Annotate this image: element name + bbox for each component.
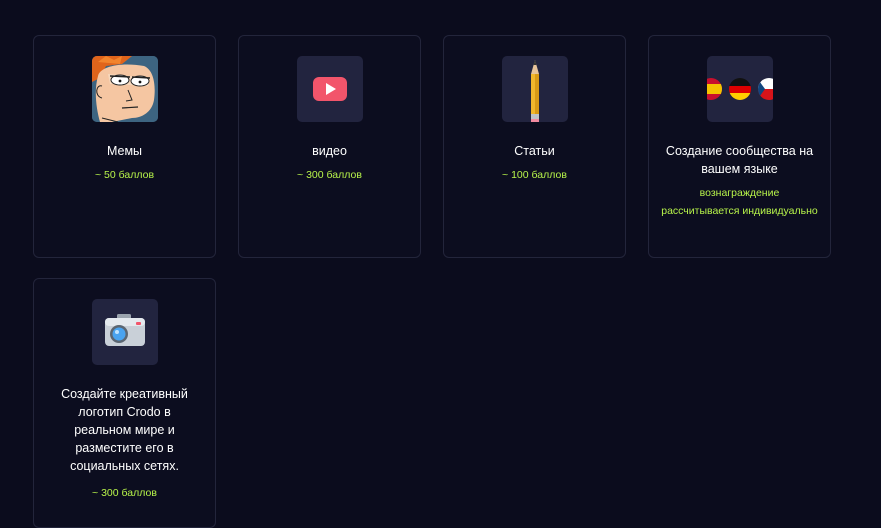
pencil-icon	[502, 56, 568, 122]
task-card-community[interactable]: Создание сообщества на вашем языке возна…	[648, 35, 831, 258]
country-flags-icon	[707, 56, 773, 122]
fry-meme-icon	[92, 56, 158, 122]
card-title: Мемы	[106, 144, 143, 158]
card-reward: ~ 100 баллов	[502, 169, 567, 181]
task-card-memes[interactable]: Мемы ~ 50 баллов	[33, 35, 216, 258]
card-reward: вознаграждение рассчитывается индивидуал…	[661, 187, 818, 217]
card-title: Создание сообщества на вашем языке	[665, 144, 814, 176]
camera-icon	[92, 299, 158, 365]
card-reward: ~ 300 баллов	[92, 487, 157, 499]
task-card-video[interactable]: видео ~ 300 баллов	[238, 35, 421, 258]
youtube-play-icon	[297, 56, 363, 122]
tasks-grid: Мемы ~ 50 баллов видео ~ 300 баллов Стат…	[0, 0, 881, 528]
task-card-logo[interactable]: Создайте креативный логотип Crodo в реал…	[33, 278, 216, 528]
card-reward: ~ 50 баллов	[94, 169, 155, 181]
task-card-articles[interactable]: Статьи ~ 100 баллов	[443, 35, 626, 258]
card-reward: ~ 300 баллов	[297, 169, 362, 181]
card-title: Создайте креативный логотип Crodo в реал…	[61, 387, 188, 473]
card-title: видео	[312, 144, 347, 158]
card-title: Статьи	[514, 144, 555, 158]
